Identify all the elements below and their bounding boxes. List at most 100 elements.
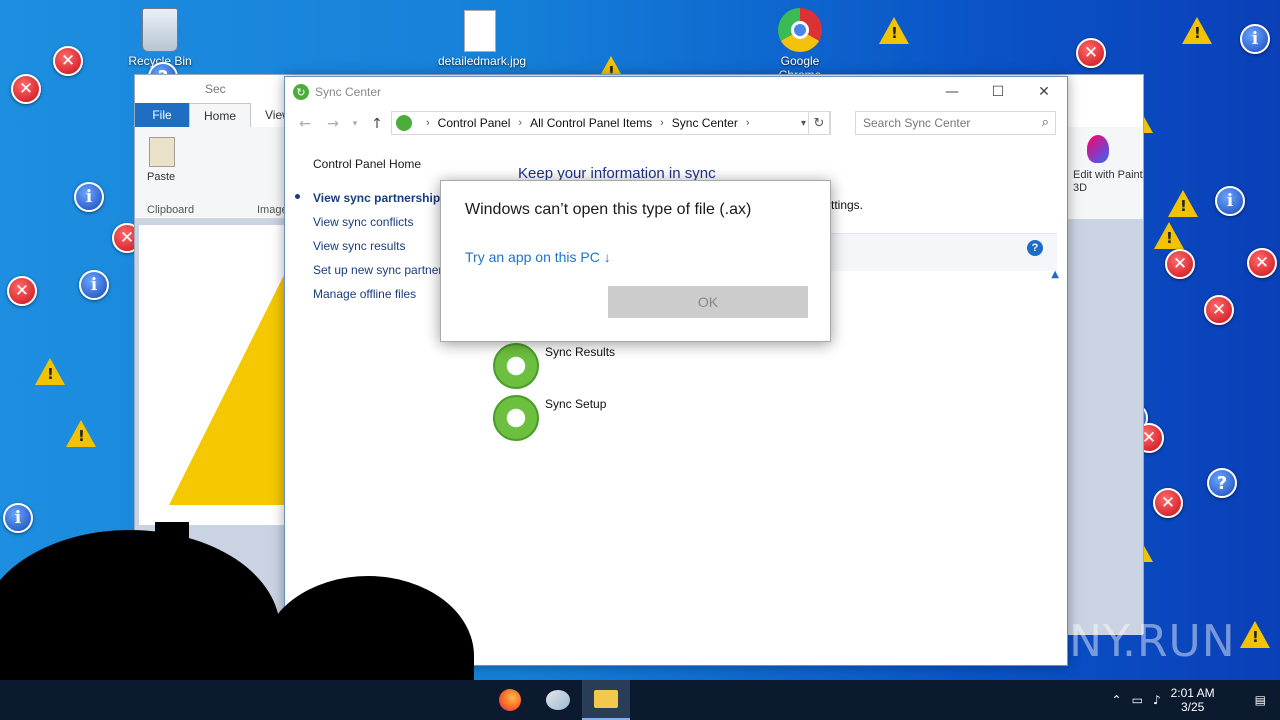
breadcrumb-separator: ›: [745, 117, 750, 129]
item-label: Sync Results: [545, 345, 616, 359]
breadcrumb-separator: ›: [518, 117, 523, 129]
search-icon: ⌕: [1041, 115, 1049, 130]
breadcrumb-sync-center[interactable]: Sync Center: [672, 116, 738, 130]
paint3d-panel[interactable]: Edit with Paint 3D: [1067, 127, 1143, 219]
window-title: Sync Center: [315, 85, 382, 99]
paint3d-icon: [1087, 135, 1109, 163]
warning-icon: [879, 17, 909, 44]
paint-palette-icon: [546, 690, 570, 710]
recycle-bin-icon: [142, 8, 178, 52]
chrome-icon: [778, 8, 822, 52]
sync-results-icon: [493, 343, 539, 389]
chevron-up-icon[interactable]: ⌃: [1112, 693, 1122, 707]
list-item-sync-setup[interactable]: Sync Setup: [493, 395, 606, 441]
desktop-icon-label: detailedmark.jpg: [438, 54, 527, 68]
error-icon: ✕: [1165, 249, 1195, 279]
clock-date: 3/25: [1180, 700, 1205, 714]
error-icon: ✕: [1204, 295, 1234, 325]
taskbar-paint[interactable]: [534, 680, 582, 720]
list-item-sync-results[interactable]: Sync Results: [493, 343, 615, 389]
try-app-link[interactable]: Try an app on this PC ↓: [465, 249, 611, 265]
firefox-icon: [499, 689, 521, 711]
breadcrumb-all-items[interactable]: All Control Panel Items: [530, 116, 652, 130]
recent-dropdown-icon[interactable]: ▾: [343, 119, 367, 129]
sync-center-icon: ↻: [293, 84, 309, 100]
current-page-bullet: [295, 194, 300, 199]
clock[interactable]: 2:01 AM 3/25: [1171, 686, 1215, 714]
warning-icon: [66, 420, 96, 447]
taskbar-explorer[interactable]: [582, 680, 630, 720]
help-icon[interactable]: ?: [1027, 240, 1043, 256]
error-icon: ✕: [7, 276, 37, 306]
error-icon: ✕: [53, 46, 83, 76]
maximize-button[interactable]: ☐: [975, 77, 1021, 107]
sidebar-link-conflicts[interactable]: View sync conflicts: [313, 215, 447, 229]
notification-icon[interactable]: ▤: [1255, 693, 1266, 707]
address-row: ← → ▾ ↑ › Control Panel › All Control Pa…: [285, 111, 1067, 137]
group-image: Image: [257, 204, 288, 216]
warning-icon: [1168, 190, 1198, 217]
info-icon: i: [3, 503, 33, 533]
forward-button[interactable]: →: [321, 116, 345, 132]
collapse-chevron-icon[interactable]: ▲: [1051, 269, 1059, 280]
control-panel-home-link[interactable]: Control Panel Home: [313, 157, 447, 171]
address-bar[interactable]: › Control Panel › All Control Panel Item…: [391, 111, 831, 135]
back-button[interactable]: ←: [293, 116, 317, 132]
info-icon: i: [1240, 24, 1270, 54]
question-icon: ?: [1207, 468, 1237, 498]
sync-setup-icon: [493, 395, 539, 441]
page-subtext: ttings.: [831, 198, 864, 212]
system-tray: ⌃ ▭ ♪ 2:01 AM 3/25 ▤: [1112, 680, 1280, 720]
info-icon: i: [79, 270, 109, 300]
tab-home[interactable]: Home: [189, 103, 252, 127]
address-dropdown-icon[interactable]: ▾: [801, 118, 806, 129]
network-icon[interactable]: ▭: [1132, 693, 1143, 707]
clock-time: 2:01 AM: [1170, 686, 1215, 700]
desktop: Recycle Bin detailedmark.jpg Google Chro…: [0, 0, 1280, 680]
volume-icon[interactable]: ♪: [1153, 693, 1161, 707]
image-file-icon: [464, 10, 496, 52]
occluding-shape: [155, 522, 189, 562]
error-icon: ✕: [1247, 248, 1277, 278]
window-controls: — ☐ ✕: [929, 77, 1067, 107]
paint-canvas[interactable]: [139, 225, 285, 525]
watermark: ANY.RUN: [1038, 616, 1236, 667]
warning-triangle-drawing: [169, 265, 285, 505]
info-icon: i: [74, 182, 104, 212]
sync-center-icon: [396, 115, 412, 131]
dialog-message: Windows can’t open this type of file (.a…: [465, 201, 752, 218]
close-button[interactable]: ✕: [1021, 77, 1067, 107]
taskbar: ⌃ ▭ ♪ 2:01 AM 3/25 ▤: [0, 680, 1280, 720]
paint3d-label: Edit with Paint 3D: [1073, 169, 1143, 194]
error-icon: ✕: [11, 74, 41, 104]
folder-icon: [594, 690, 618, 708]
tab-file[interactable]: File: [135, 103, 189, 127]
sync-center-window[interactable]: ↻ Sync Center — ☐ ✕ ← → ▾ ↑ › Control Pa…: [284, 76, 1068, 666]
breadcrumb-control-panel[interactable]: Control Panel: [438, 116, 511, 130]
sidebar-link-results[interactable]: View sync results: [313, 239, 447, 253]
group-clipboard: Clipboard: [147, 204, 195, 216]
sync-sidebar: Control Panel Home View sync partnership…: [295, 157, 447, 311]
open-with-dialog[interactable]: Windows can’t open this type of file (.a…: [440, 180, 831, 342]
desktop-icon-detailedmark[interactable]: detailedmark.jpg: [438, 10, 526, 68]
info-icon: i: [1215, 186, 1245, 216]
sidebar-link-label: View sync partnerships: [313, 191, 447, 205]
sidebar-link-offline-files[interactable]: Manage offline files: [313, 287, 447, 301]
error-icon: ✕: [1153, 488, 1183, 518]
sidebar-link-setup[interactable]: Set up new sync partner: [313, 263, 447, 277]
item-label: Sync Setup: [545, 397, 607, 411]
taskbar-firefox[interactable]: [486, 680, 534, 720]
up-button[interactable]: ↑: [365, 116, 389, 132]
search-input[interactable]: Search Sync Center ⌕: [855, 111, 1056, 135]
refresh-button[interactable]: ↻: [808, 111, 830, 135]
desktop-icon-recycle-bin[interactable]: Recycle Bin: [118, 8, 202, 68]
minimize-button[interactable]: —: [929, 77, 975, 107]
desktop-icon-chrome[interactable]: Google Chrome: [758, 8, 842, 82]
breadcrumb-separator: ›: [660, 117, 664, 129]
paste-icon[interactable]: [149, 137, 175, 167]
warning-icon: [1240, 621, 1270, 648]
warning-icon: [1182, 17, 1212, 44]
ok-button[interactable]: OK: [608, 286, 808, 318]
paste-label[interactable]: Paste: [147, 171, 175, 183]
sidebar-link-partnerships[interactable]: View sync partnerships: [295, 191, 447, 205]
